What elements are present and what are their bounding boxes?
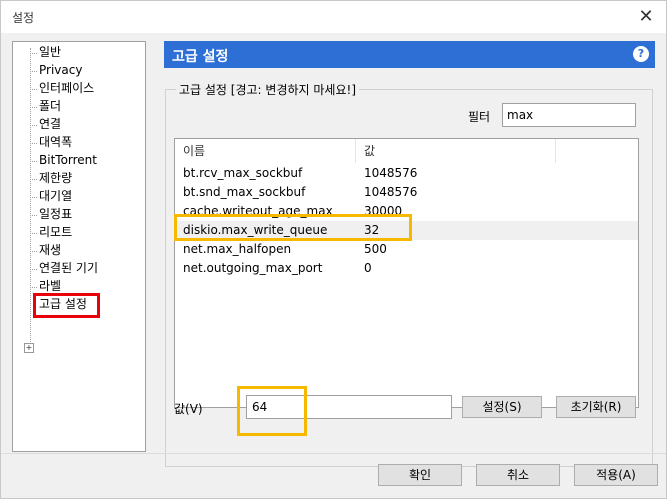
table-row[interactable]: bt.snd_max_sockbuf 1048576 — [175, 183, 638, 202]
column-separator — [555, 139, 556, 163]
reset-button[interactable]: 초기화(R) — [556, 396, 636, 418]
tree-item-interface[interactable]: 인터페이스 — [39, 80, 94, 97]
tree-dash — [30, 269, 37, 270]
row-value: 1048576 — [364, 185, 418, 199]
tree-line — [30, 48, 32, 348]
tree-item-connection[interactable]: 연결 — [39, 116, 61, 133]
tree-dash — [30, 197, 37, 198]
cancel-button[interactable]: 취소 — [476, 464, 560, 486]
footer-separator — [1, 453, 666, 454]
row-value: 0 — [364, 261, 372, 275]
tree-item-paired-devices[interactable]: 연결된 기기 — [39, 260, 98, 277]
settings-window: 설정 ✕ 일반 Privacy 인터페이스 폴더 연결 대역폭 BitTorre… — [0, 0, 667, 499]
tree-dash — [30, 107, 37, 108]
tree-item-queue[interactable]: 대기열 — [39, 188, 72, 205]
value-label: 값(V) — [174, 402, 203, 416]
close-icon[interactable]: ✕ — [632, 3, 660, 31]
tree-dash — [30, 179, 37, 180]
filter-label: 필터 — [468, 110, 491, 124]
highlight-box-row — [174, 214, 412, 241]
tree-item-privacy[interactable]: Privacy — [39, 62, 82, 79]
tree-item-playback[interactable]: 재생 — [39, 242, 61, 259]
tree-item-bittorrent[interactable]: BitTorrent — [39, 152, 97, 169]
highlight-box-value — [237, 386, 307, 436]
row-name: bt.rcv_max_sockbuf — [183, 166, 303, 180]
settings-list[interactable]: 이름 값 bt.rcv_max_sockbuf 1048576 bt.snd_m… — [174, 138, 639, 408]
tree-dash — [30, 161, 37, 162]
column-header-name[interactable]: 이름 — [183, 139, 205, 163]
tree-item-remote[interactable]: 리모트 — [39, 224, 72, 241]
row-name: net.max_halfopen — [183, 242, 292, 256]
filter-input[interactable]: max — [502, 103, 636, 127]
row-value: 500 — [364, 242, 387, 256]
apply-button[interactable]: 적용(A) — [574, 464, 658, 486]
set-button[interactable]: 설정(S) — [462, 396, 542, 418]
tree-dash — [30, 233, 37, 234]
tree-dash — [30, 89, 37, 90]
settings-tree: 일반 Privacy 인터페이스 폴더 연결 대역폭 BitTorrent 제한… — [12, 41, 146, 452]
tree-item-limits[interactable]: 제한량 — [39, 170, 72, 187]
row-name: bt.snd_max_sockbuf — [183, 185, 306, 199]
panel-title: 고급 설정 — [172, 49, 229, 65]
expand-plus-icon[interactable]: + — [24, 343, 34, 353]
tree-dash — [30, 287, 37, 288]
row-value: 1048576 — [364, 166, 418, 180]
column-header-value[interactable]: 값 — [364, 139, 375, 163]
tree-item-folder[interactable]: 폴더 — [39, 98, 61, 115]
column-separator — [355, 139, 356, 163]
table-row[interactable]: net.outgoing_max_port 0 — [175, 259, 638, 278]
window-title: 설정 — [12, 11, 35, 25]
tree-dash — [30, 53, 37, 54]
title-bar: 설정 ✕ — [1, 1, 666, 33]
ok-button[interactable]: 확인 — [378, 464, 462, 486]
group-label: 고급 설정 [경고: 변경하지 마세요!] — [176, 81, 359, 98]
highlight-box-advanced — [33, 293, 100, 318]
tree-dash — [30, 215, 37, 216]
tree-item-scheduler[interactable]: 일정표 — [39, 206, 72, 223]
help-icon[interactable]: ? — [633, 46, 649, 62]
tree-dash — [30, 143, 37, 144]
row-name: net.outgoing_max_port — [183, 261, 323, 275]
panel-header: 고급 설정 ? — [164, 41, 655, 68]
tree-dash — [30, 251, 37, 252]
tree-dash — [30, 125, 37, 126]
table-row[interactable]: net.max_halfopen 500 — [175, 240, 638, 259]
tree-item-bandwidth[interactable]: 대역폭 — [39, 134, 72, 151]
tree-item-general[interactable]: 일반 — [39, 44, 61, 61]
tree-dash — [30, 71, 37, 72]
table-row[interactable]: bt.rcv_max_sockbuf 1048576 — [175, 164, 638, 183]
